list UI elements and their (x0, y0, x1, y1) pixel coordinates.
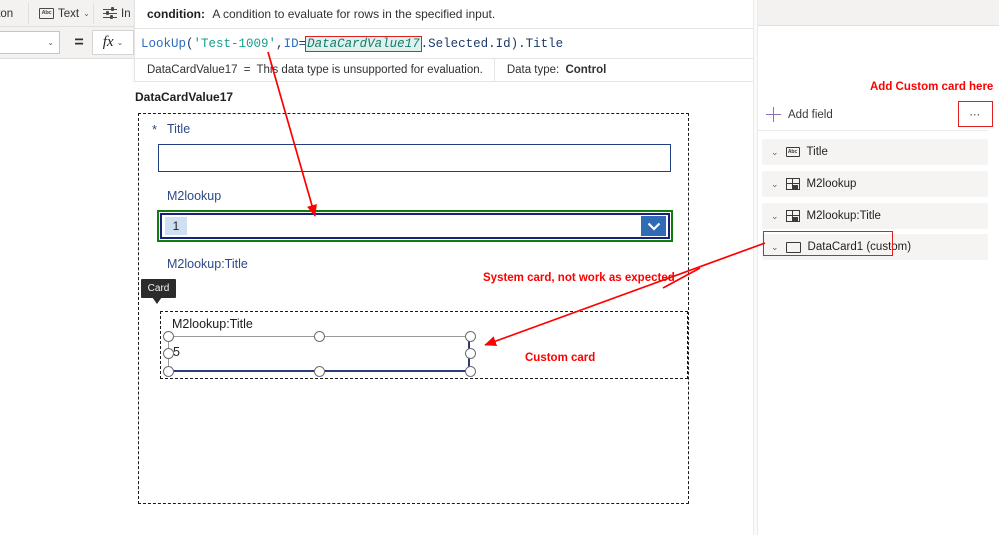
resize-handle-middle-left[interactable] (163, 348, 174, 359)
formula-table-name: 'Test-1009' (193, 36, 277, 51)
resize-handle-bottom-right[interactable] (465, 366, 476, 377)
card-tooltip-pointer (152, 297, 162, 304)
ribbon-text-button[interactable]: Abc Text ⌄ (39, 3, 90, 24)
resize-handle-top-right[interactable] (465, 331, 476, 342)
annotation-system-card: System card, not work as expected (483, 272, 675, 284)
formula-open-paren: ( (186, 36, 194, 51)
card-tooltip-badge: Card (141, 279, 176, 298)
field-row-label: DataCard1 (custom) (807, 241, 912, 253)
selected-control-title: DataCardValue17 (135, 90, 234, 104)
chevron-down-icon[interactable]: ⌄ (771, 147, 779, 157)
ribbon-button-partial-label: tton (0, 7, 14, 20)
add-field-button[interactable]: Add field (758, 101, 988, 128)
m2lookup-dropdown[interactable] (160, 213, 670, 239)
evaluation-right: Data type: Control (495, 64, 607, 76)
add-field-label: Add field (788, 108, 833, 121)
custom-card-input-value: 5 (173, 345, 180, 359)
ribbon-insert-label: In (121, 7, 131, 20)
ribbon-text-label: Text (58, 7, 80, 20)
fx-button[interactable]: fx ⌄ (92, 30, 134, 55)
field-row-label: M2lookup (806, 178, 857, 190)
formula-evaluation-row: DataCardValue17 = This data type is unsu… (134, 58, 756, 82)
chevron-down-icon: ⌄ (47, 38, 54, 47)
formula-function-name: LookUp (141, 36, 187, 51)
resize-handle-bottom-center[interactable] (314, 366, 325, 377)
formula-comma: , (276, 36, 284, 51)
resize-handle-bottom-left[interactable] (163, 366, 174, 377)
chevron-down-icon: ⌄ (116, 38, 124, 47)
data-type-value: Control (565, 64, 607, 76)
intellisense-tooltip: condition: A condition to evaluate for r… (134, 0, 756, 29)
resize-handle-middle-right[interactable] (465, 348, 476, 359)
formula-ref-suffix: .Selected.Id (420, 36, 511, 51)
abc-text-icon: Abc (785, 147, 800, 157)
title-field-input[interactable] (158, 144, 671, 172)
intellisense-param-name: condition: (147, 7, 205, 21)
evaluation-message: This data type is unsupported for evalua… (256, 64, 483, 76)
chevron-down-icon[interactable]: ⌄ (771, 211, 779, 221)
field-row-m2lookup-title[interactable]: ⌄ M2lookup:Title (762, 203, 988, 229)
ribbon-button-partial[interactable]: tton (0, 3, 13, 24)
formula-control-reference-highlight[interactable]: DataCardValue17 (305, 35, 422, 52)
field-row-m2lookup[interactable]: ⌄ M2lookup (762, 171, 988, 197)
field-row-label: Title (806, 146, 828, 158)
evaluation-control-name: DataCardValue17 (147, 64, 238, 76)
fields-panel-header-band (758, 0, 999, 26)
evaluation-equals: = (243, 64, 251, 76)
field-row-title[interactable]: ⌄ Abc Title (762, 139, 988, 165)
chevron-down-icon[interactable]: ⌄ (771, 242, 779, 252)
title-field-label: Title (167, 122, 191, 136)
ribbon-divider-2 (93, 3, 94, 24)
ribbon-insert-button[interactable]: In (103, 3, 131, 24)
resize-handle-top-left[interactable] (163, 331, 174, 342)
formula-bar[interactable]: LookUp('Test-1009', ID = DataCardValue17 .Se… (134, 29, 756, 58)
equals-sign: = (74, 33, 84, 51)
chevron-down-icon[interactable] (641, 216, 666, 236)
annotation-custom-card: Custom card (525, 352, 596, 364)
lookup-grid-icon (785, 178, 800, 190)
resize-handle-top-center[interactable] (314, 331, 325, 342)
formula-result-property: .Title (518, 36, 564, 51)
sliders-icon (103, 7, 117, 20)
more-options-button[interactable]: ⋯ (958, 101, 993, 127)
m2lookup-title-field-label: M2lookup:Title (167, 257, 248, 271)
chevron-down-icon[interactable]: ⌄ (771, 179, 779, 189)
m2lookup-selected-value: 1 (165, 217, 187, 235)
property-dropdown[interactable]: ⌄ (0, 31, 60, 54)
m2lookup-field-label: M2lookup (167, 189, 222, 203)
rectangle-card-icon (785, 241, 801, 253)
annotation-add-custom-card: Add Custom card here (870, 81, 994, 93)
formula-field-name: ID (283, 36, 299, 51)
formula-close-paren: ) (510, 36, 519, 51)
abc-icon: Abc (39, 8, 54, 19)
data-type-label: Data type: (506, 64, 560, 76)
ribbon-divider-1 (28, 3, 29, 24)
plus-icon (766, 107, 781, 122)
evaluation-left: DataCardValue17 = This data type is unsu… (135, 64, 483, 76)
field-row-label: M2lookup:Title (806, 210, 881, 222)
chevron-down-icon: ⌄ (83, 9, 90, 18)
fields-panel-separator (758, 130, 988, 131)
intellisense-param-description: A condition to evaluate for rows in the … (212, 7, 496, 21)
field-row-datacard1-custom[interactable]: ⌄ DataCard1 (custom) (762, 234, 988, 260)
fx-label: fx (102, 34, 114, 50)
custom-card-label: M2lookup:Title (172, 317, 253, 331)
required-star: * (152, 122, 158, 137)
lookup-grid-icon (785, 210, 800, 222)
